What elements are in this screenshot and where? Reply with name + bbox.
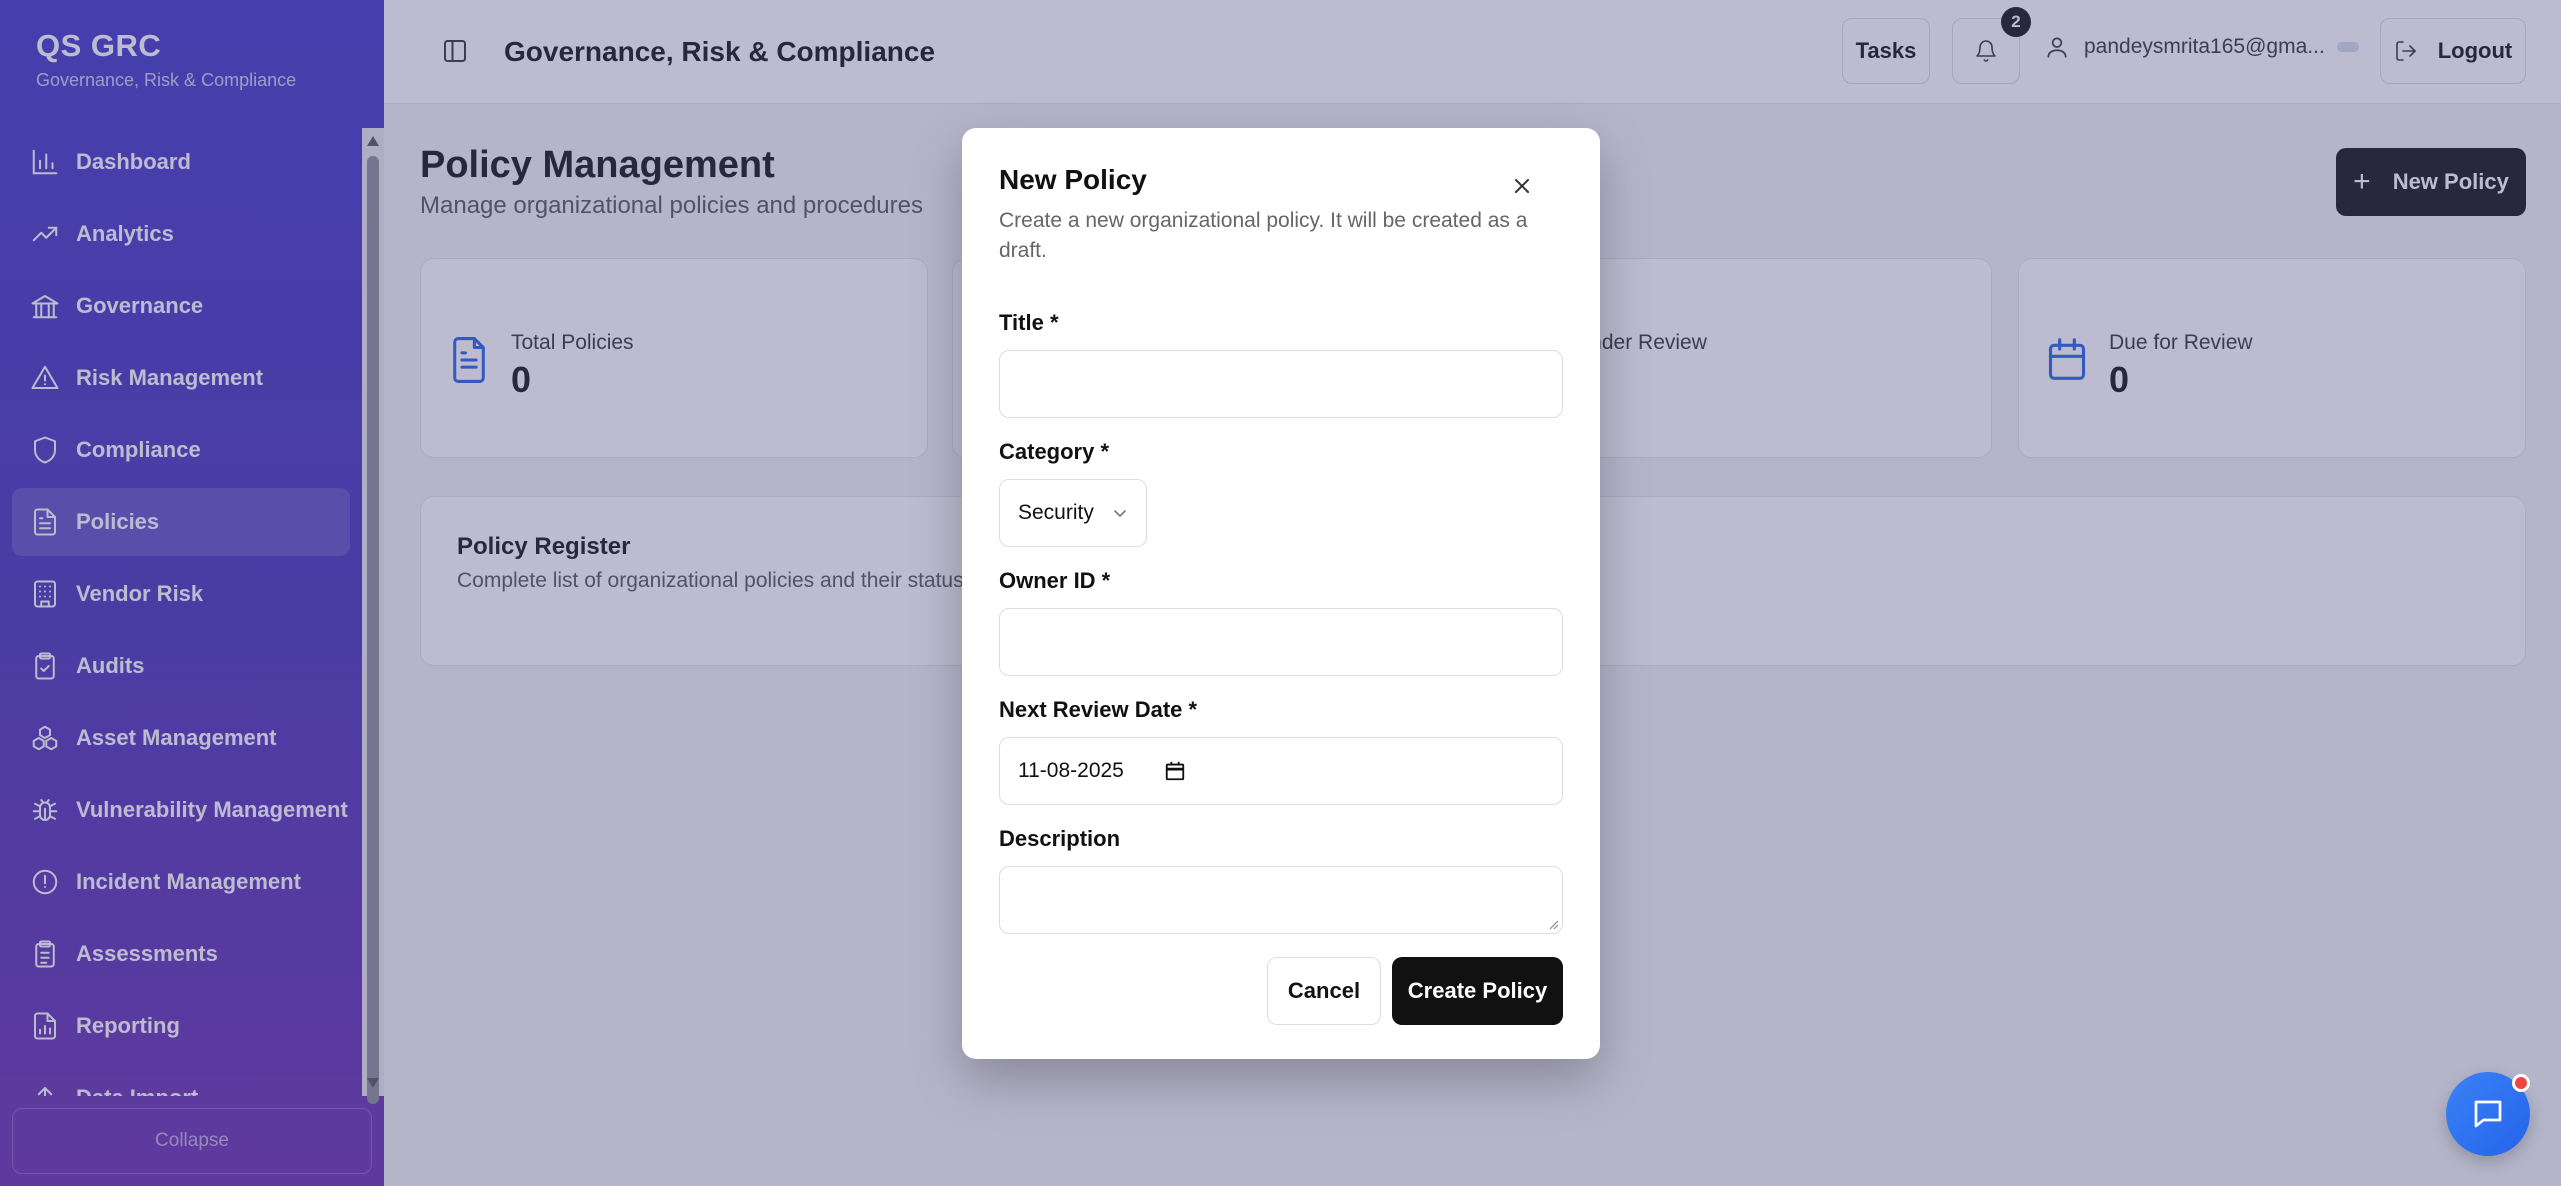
dialog-title: New Policy — [999, 164, 1147, 195]
owner-id-label: Owner ID * — [999, 568, 1111, 593]
chevron-down-icon — [1114, 510, 1126, 517]
new-policy-dialog: New Policy Create a new organizational p… — [962, 128, 1600, 1059]
dialog-description: Create a new organizational policy. It w… — [999, 209, 1528, 262]
title-input[interactable] — [999, 350, 1563, 418]
description-label: Description — [999, 826, 1121, 851]
category-label: Category * — [999, 439, 1110, 464]
create-policy-button[interactable]: Create Policy — [1392, 957, 1563, 1025]
chat-bubble-icon — [2474, 1100, 2502, 1128]
resize-grip-icon[interactable] — [1547, 918, 1559, 930]
next-review-date-label: Next Review Date * — [999, 697, 1198, 722]
close-icon[interactable] — [1506, 170, 1538, 202]
date-value: 11-08-2025 — [1018, 759, 1124, 782]
cancel-button[interactable]: Cancel — [1267, 957, 1381, 1025]
chat-launcher-button[interactable] — [2446, 1072, 2530, 1156]
next-review-date-input[interactable]: 11-08-2025 — [999, 737, 1563, 805]
calendar-picker-icon[interactable] — [1164, 760, 1186, 782]
description-textarea[interactable] — [999, 866, 1563, 934]
chat-notification-dot — [2512, 1074, 2530, 1092]
title-label: Title * — [999, 310, 1059, 335]
category-select[interactable]: Security — [999, 479, 1147, 547]
owner-id-input[interactable] — [999, 608, 1563, 676]
category-value: Security — [1018, 501, 1094, 524]
